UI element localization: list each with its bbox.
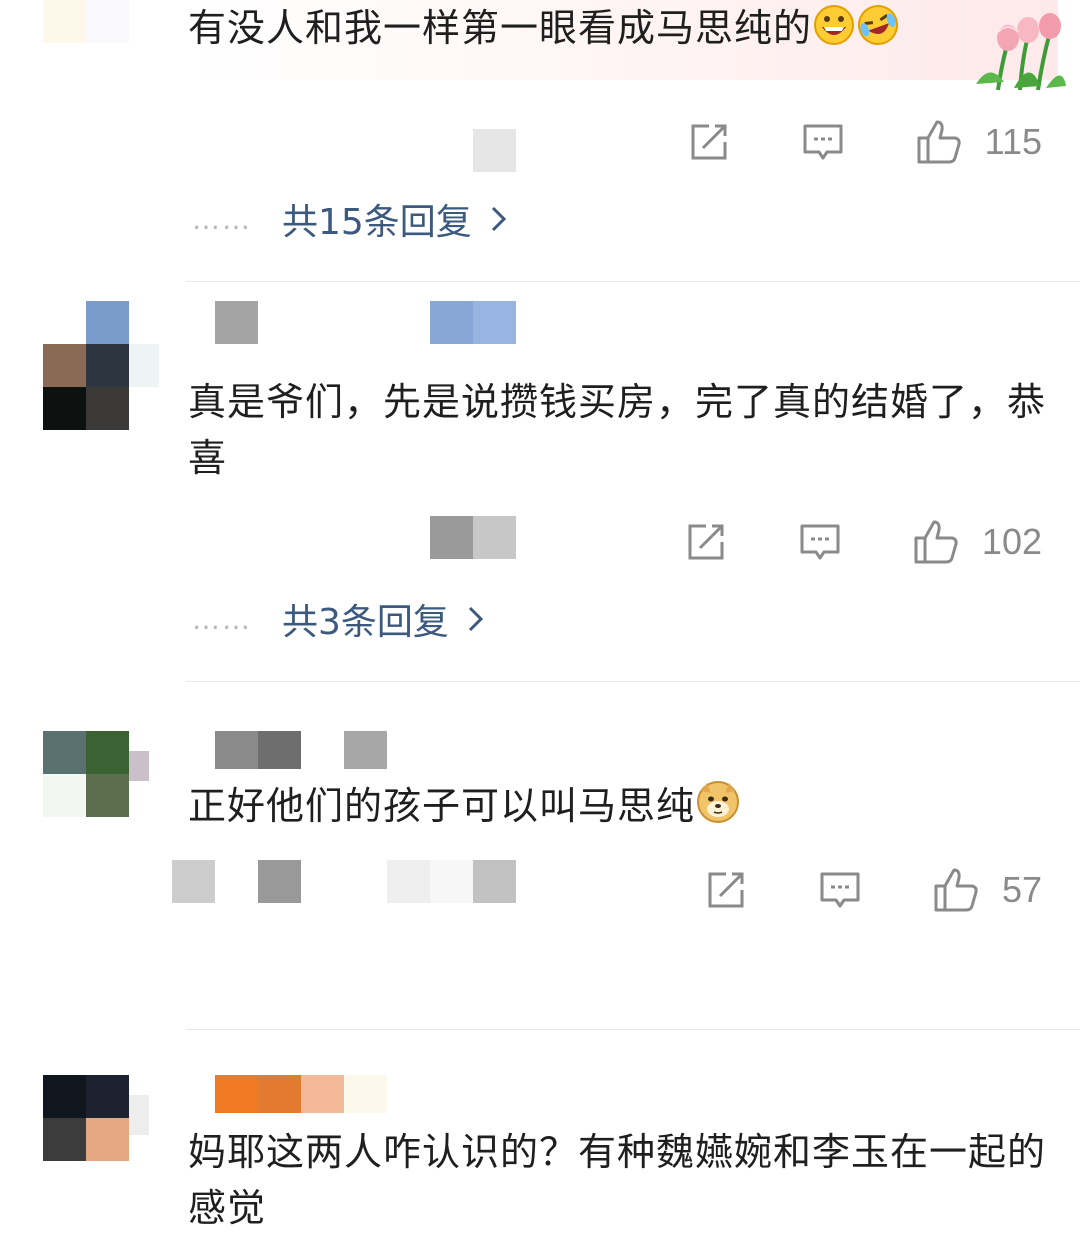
repost-button[interactable] xyxy=(687,120,731,164)
comment-text: 真是爷们，先是说攒钱买房，完了真的结婚了，恭喜 xyxy=(188,380,1047,480)
comment-icon xyxy=(820,872,860,908)
like-count: 115 xyxy=(984,121,1042,162)
like-count: 57 xyxy=(1001,869,1042,910)
comment-text: 妈耶这两人咋认识的？有种魏嬿婉和李玉在一起的感觉 xyxy=(188,1130,1047,1230)
avatar[interactable] xyxy=(43,731,153,817)
doge-icon xyxy=(695,779,741,840)
comment-meta xyxy=(430,516,516,559)
comment-meta xyxy=(172,860,516,903)
chevron-right-icon xyxy=(491,206,506,232)
chevron-right-icon xyxy=(468,606,484,632)
replies-dots: …… xyxy=(192,602,252,636)
like-button[interactable]: 102 xyxy=(912,518,1042,566)
comment-icon xyxy=(800,524,840,560)
thumbs-up-icon xyxy=(914,520,958,564)
avatar[interactable] xyxy=(43,1075,172,1161)
repost-button[interactable] xyxy=(704,868,748,912)
view-replies-link[interactable]: …… 共3条回复 xyxy=(192,592,485,646)
view-replies-link[interactable]: …… 共15条回复 xyxy=(192,192,508,246)
thumbs-up-icon xyxy=(934,868,978,912)
comment-button[interactable] xyxy=(801,120,845,164)
replies-dots: …… xyxy=(192,202,252,236)
like-button[interactable]: 57 xyxy=(932,866,1042,914)
divider xyxy=(186,681,1080,682)
share-icon xyxy=(688,524,724,560)
share-icon xyxy=(708,872,744,908)
like-count: 102 xyxy=(981,521,1042,562)
replies-label: 共3条回复 xyxy=(282,602,449,643)
avatar[interactable] xyxy=(43,0,129,43)
comment-text: 正好他们的孩子可以叫马思纯 xyxy=(188,784,696,828)
comment-button[interactable] xyxy=(798,520,842,564)
thumbs-up-icon xyxy=(917,120,961,164)
comment-text: 有没人和我一样第一眼看成马思纯的 xyxy=(188,6,813,50)
username[interactable] xyxy=(215,301,516,344)
comment-button[interactable] xyxy=(818,868,862,912)
grinning-face-icon xyxy=(812,3,856,62)
comment-icon xyxy=(803,124,843,160)
divider xyxy=(186,1029,1080,1030)
avatar[interactable] xyxy=(43,301,172,430)
repost-button[interactable] xyxy=(684,520,728,564)
share-icon xyxy=(691,124,727,160)
laughing-tears-icon xyxy=(856,3,900,62)
tulip-flowers-decoration xyxy=(968,2,1068,98)
comment-meta xyxy=(473,129,516,172)
divider xyxy=(186,281,1080,282)
replies-label: 共15条回复 xyxy=(282,202,472,243)
username[interactable] xyxy=(215,1075,445,1113)
like-button[interactable]: 115 xyxy=(915,118,1042,166)
username[interactable] xyxy=(215,731,387,769)
